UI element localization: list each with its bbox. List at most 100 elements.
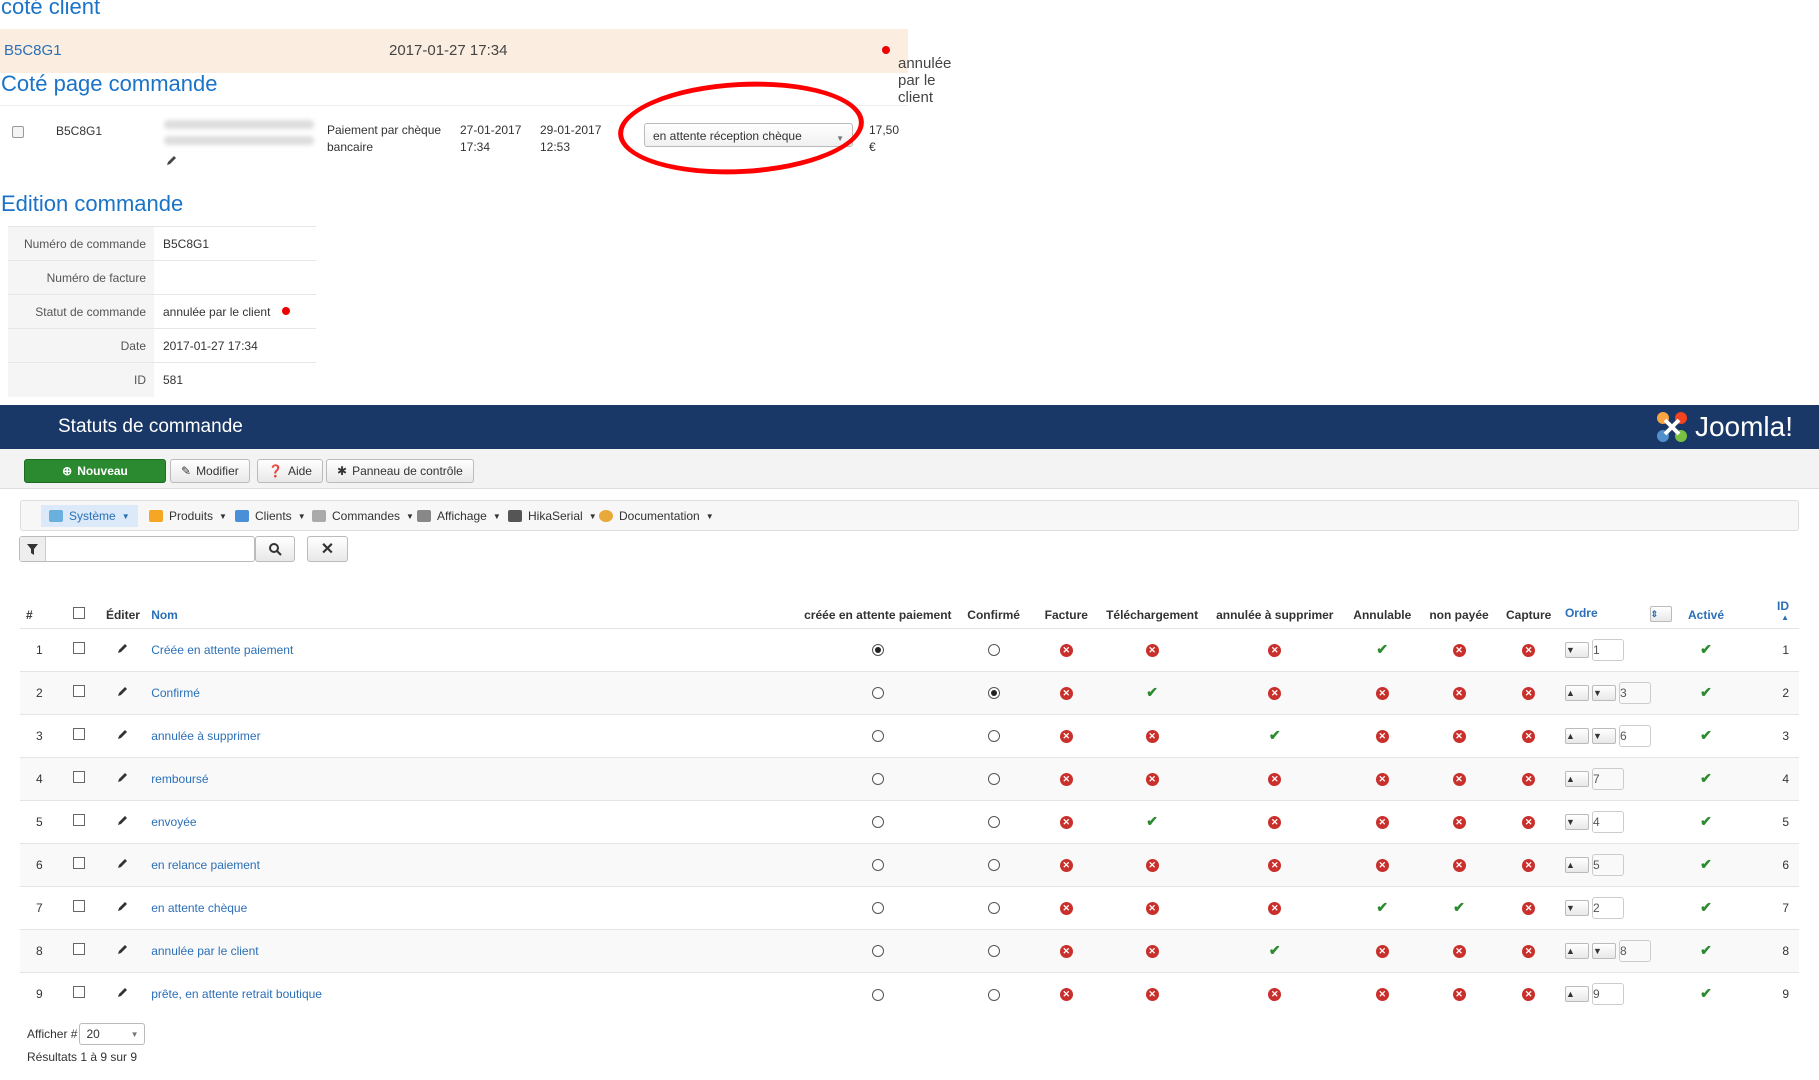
pencil-icon[interactable] <box>117 771 129 783</box>
cross-icon[interactable]: ✕ <box>1145 859 1159 872</box>
flag-cell[interactable]: ✕ <box>1496 627 1561 671</box>
order-ref-link[interactable]: B5C8G1 <box>56 123 102 140</box>
order-input[interactable]: 9 <box>1591 982 1624 1005</box>
row-checkbox[interactable] <box>72 857 85 869</box>
default-confirmed-radio-cell[interactable] <box>952 885 1036 929</box>
pencil-icon[interactable] <box>117 857 129 869</box>
status-name-link[interactable]: envoyée <box>147 799 804 843</box>
flag-cell[interactable]: ✕ <box>1206 971 1343 1015</box>
flag-cell[interactable]: ✕ <box>1421 799 1497 843</box>
default-created-radio[interactable] <box>871 859 884 872</box>
cross-icon[interactable]: ✕ <box>1522 945 1536 958</box>
flag-cell[interactable]: ✕ <box>1496 885 1561 929</box>
check-icon[interactable]: ✔ <box>1376 899 1388 915</box>
cross-icon[interactable]: ✕ <box>1375 988 1389 1002</box>
cross-icon[interactable]: ✕ <box>1145 902 1159 915</box>
flag-cell[interactable]: ✕ <box>1342 842 1422 886</box>
row-edit-cell[interactable] <box>98 842 148 886</box>
check-icon[interactable]: ✔ <box>1700 856 1712 872</box>
flag-cell[interactable]: ✔ <box>1206 928 1343 972</box>
search-button[interactable] <box>255 536 295 562</box>
flag-cell[interactable]: ✕ <box>1496 713 1561 757</box>
menu-system[interactable]: Système ▼ <box>41 505 138 527</box>
check-icon[interactable]: ✔ <box>1700 899 1712 915</box>
check-icon[interactable]: ✔ <box>1146 813 1158 829</box>
cross-icon[interactable]: ✕ <box>1452 816 1466 829</box>
row-checkbox[interactable] <box>72 814 85 826</box>
flag-cell[interactable]: ✕ <box>1496 928 1561 972</box>
cross-icon[interactable]: ✕ <box>1059 988 1073 1002</box>
order-input[interactable]: 6 <box>1618 724 1651 747</box>
default-created-radio-cell[interactable] <box>803 756 953 800</box>
pencil-icon[interactable] <box>117 986 129 998</box>
active-cell[interactable]: ✔ <box>1675 799 1737 843</box>
flag-cell[interactable]: ✕ <box>1035 928 1098 972</box>
cross-icon[interactable]: ✕ <box>1059 859 1073 872</box>
move-down-icon[interactable]: ▼ <box>1564 813 1589 830</box>
active-cell[interactable]: ✔ <box>1675 756 1737 800</box>
status-name-link[interactable]: prête, en attente retrait boutique <box>147 971 804 1015</box>
flag-cell[interactable]: ✕ <box>1035 670 1098 714</box>
pencil-icon[interactable] <box>117 728 129 740</box>
flag-cell[interactable]: ✕ <box>1097 627 1207 671</box>
default-created-radio-cell[interactable] <box>803 842 953 886</box>
row-checkbox-cell[interactable] <box>58 928 99 972</box>
move-up-icon[interactable]: ▲ <box>1564 942 1589 959</box>
default-confirmed-radio-cell[interactable] <box>952 842 1036 886</box>
row-edit-cell[interactable] <box>98 885 148 929</box>
row-checkbox-cell[interactable] <box>58 756 99 800</box>
row-checkbox-cell[interactable] <box>58 971 99 1015</box>
cross-icon[interactable]: ✕ <box>1145 988 1159 1002</box>
default-created-radio[interactable] <box>871 687 884 700</box>
cross-icon[interactable]: ✕ <box>1452 988 1466 1002</box>
cross-icon[interactable]: ✕ <box>1145 773 1159 786</box>
flag-cell[interactable]: ✕ <box>1035 971 1098 1015</box>
order-input[interactable]: 3 <box>1618 681 1651 704</box>
pencil-icon[interactable] <box>166 154 178 171</box>
flag-cell[interactable]: ✔ <box>1097 799 1207 843</box>
default-confirmed-radio-cell[interactable] <box>952 670 1036 714</box>
cross-icon[interactable]: ✕ <box>1059 687 1073 700</box>
default-created-radio-cell[interactable] <box>803 928 953 972</box>
cross-icon[interactable]: ✕ <box>1452 773 1466 786</box>
move-up-icon[interactable]: ▲ <box>1564 856 1589 873</box>
move-up-icon[interactable]: ▲ <box>1564 770 1589 787</box>
default-confirmed-radio[interactable] <box>987 859 1000 872</box>
row-checkbox[interactable] <box>72 943 85 955</box>
active-cell[interactable]: ✔ <box>1675 670 1737 714</box>
row-checkbox-cell[interactable] <box>58 713 99 757</box>
default-created-radio-cell[interactable] <box>803 971 953 1015</box>
default-confirmed-radio[interactable] <box>987 988 1000 1001</box>
status-name-link[interactable]: en attente chèque <box>147 885 804 929</box>
move-down-icon[interactable]: ▼ <box>1564 899 1589 916</box>
flag-cell[interactable]: ✕ <box>1496 756 1561 800</box>
flag-cell[interactable]: ✕ <box>1206 670 1343 714</box>
default-confirmed-radio-cell[interactable] <box>952 799 1036 843</box>
row-edit-cell[interactable] <box>98 713 148 757</box>
default-confirmed-radio-cell[interactable] <box>952 756 1036 800</box>
move-down-icon[interactable]: ▼ <box>1591 942 1616 959</box>
default-confirmed-radio-cell[interactable] <box>952 627 1036 671</box>
flag-cell[interactable]: ✕ <box>1342 799 1422 843</box>
row-checkbox[interactable] <box>72 771 85 783</box>
check-icon[interactable]: ✔ <box>1700 942 1712 958</box>
flag-cell[interactable]: ✕ <box>1421 971 1497 1015</box>
default-confirmed-radio[interactable] <box>987 687 1000 700</box>
flag-cell[interactable]: ✕ <box>1342 713 1422 757</box>
flag-cell[interactable]: ✕ <box>1097 756 1207 800</box>
flag-cell[interactable]: ✕ <box>1496 799 1561 843</box>
default-confirmed-radio-cell[interactable] <box>952 928 1036 972</box>
menu-documentation[interactable]: Documentation ▼ <box>591 505 722 527</box>
default-created-radio[interactable] <box>871 902 884 915</box>
order-input[interactable]: 2 <box>1591 896 1624 919</box>
check-icon[interactable]: ✔ <box>1700 770 1712 786</box>
default-confirmed-radio[interactable] <box>987 816 1000 829</box>
check-icon[interactable]: ✔ <box>1453 899 1465 915</box>
cross-icon[interactable]: ✕ <box>1452 644 1466 657</box>
move-up-icon[interactable]: ▲ <box>1564 684 1589 701</box>
order-input[interactable]: 8 <box>1618 939 1651 962</box>
default-confirmed-radio-cell[interactable] <box>952 713 1036 757</box>
default-confirmed-radio[interactable] <box>987 730 1000 743</box>
move-up-icon[interactable]: ▲ <box>1564 727 1589 744</box>
flag-cell[interactable]: ✔ <box>1097 670 1207 714</box>
